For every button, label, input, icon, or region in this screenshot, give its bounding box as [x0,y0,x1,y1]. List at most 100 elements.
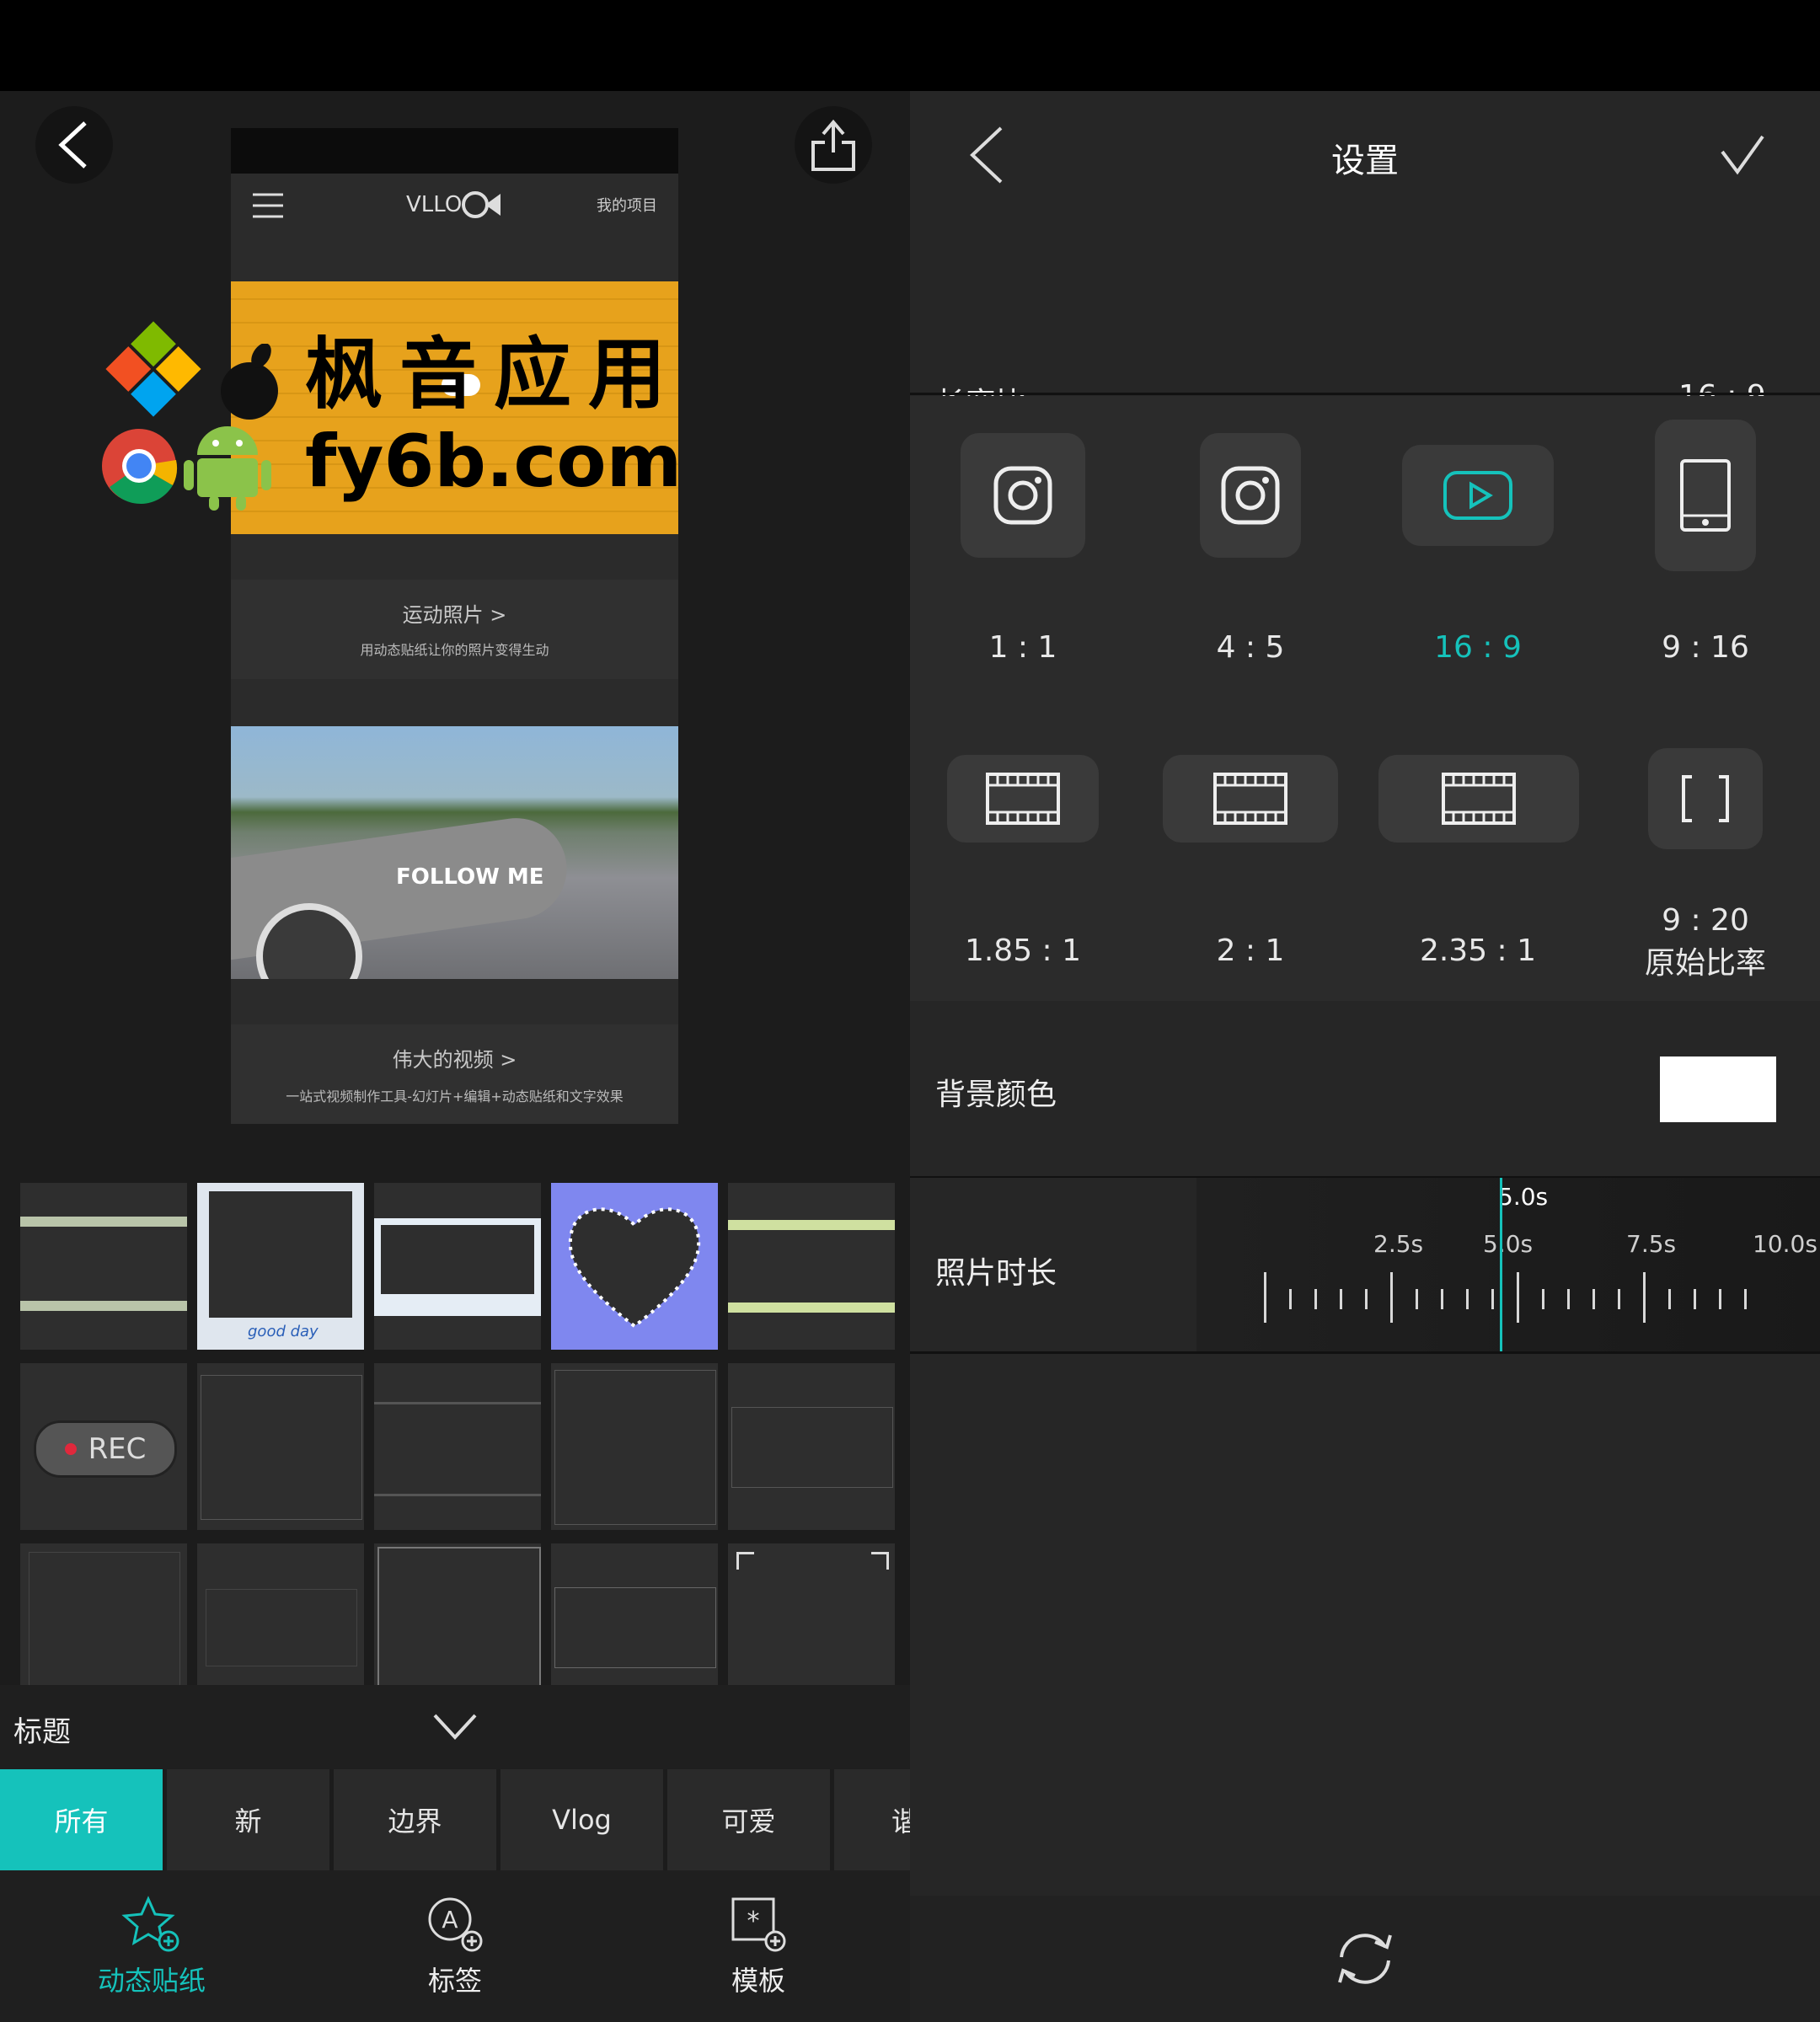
ratio-option-9-16[interactable] [1655,420,1756,571]
timeline-minor-tick [1592,1289,1595,1309]
brackets-icon [1682,775,1729,822]
ratio-option-1-85-1[interactable] [947,755,1099,842]
ratio-label: 4 : 5 [1216,630,1285,665]
preview-status-bar [231,128,678,174]
duration-current-value: 5.0s [1498,1183,1549,1211]
nav-animated-sticker[interactable]: 动态贴纸 [67,1870,236,2022]
ratio-sublabel: 原始比率 [1644,946,1766,981]
sticker-tile[interactable] [551,1363,718,1530]
card-title: 运动照片 > [402,603,507,627]
chevron-down-icon[interactable] [431,1712,479,1742]
watermark-title: 枫音应用 [305,329,683,420]
sticker-tile[interactable] [374,1363,541,1530]
sticker-tile[interactable] [728,1363,895,1530]
sticker-tile[interactable] [551,1543,718,1685]
watermark-url: fy6b.com [305,420,682,504]
sticker-tile[interactable] [20,1183,187,1350]
good-day-text: good day [248,1323,318,1340]
tab-new[interactable]: 新 [167,1769,329,1870]
phone-icon [1680,459,1731,532]
timeline-minor-tick [1719,1289,1721,1309]
ratio-option-16-9[interactable] [1402,445,1554,546]
timeline-tick-label: 5.0s [1483,1230,1534,1258]
instagram-icon [993,466,1052,525]
sticker-tile[interactable] [197,1363,364,1530]
timeline-major-tick [1264,1272,1266,1323]
ratio-label: 1.85 : 1 [964,933,1082,968]
timeline-playhead[interactable] [1500,1178,1502,1353]
timeline-minor-tick [1618,1289,1620,1309]
section-title: 标题 [13,1715,71,1749]
sticker-tile[interactable] [728,1543,895,1685]
settings-panel: 设置 长宽比 16 : 9 1 : 1 4 : 5 16 : 9 9 : 16 … [910,91,1820,2022]
sticker-grid: good day REC [0,1163,910,1685]
timeline-minor-tick [1416,1289,1418,1309]
ratio-label: 2 : 1 [1216,933,1285,968]
sticker-editor-panel: VLLO 我的项目 运动照片 > 用动态贴纸让你的照片变得生动 FOLLOW M… [0,91,910,2022]
back-button[interactable] [35,106,113,184]
sticker-tile[interactable] [374,1543,541,1685]
tab-border[interactable]: 边界 [334,1769,496,1870]
rec-badge: REC [34,1420,177,1478]
aspect-ratio-row: 长宽比 16 : 9 [910,251,1820,421]
ratio-label: 2.35 : 1 [1419,933,1537,968]
tab-funny[interactable]: 谐 [834,1769,910,1870]
film-icon [1442,773,1516,825]
timeline-minor-tick [1542,1289,1544,1309]
ratio-option-1-1[interactable] [961,433,1085,558]
nav-label: 动态贴纸 [97,1965,206,1997]
status-bar [0,0,1820,91]
tab-vlog[interactable]: Vlog [500,1769,663,1870]
divider [910,393,1820,395]
settings-footer [910,1896,1820,2022]
share-button[interactable] [795,106,872,184]
ratio-option-2-1[interactable] [1163,755,1338,842]
sticker-tile[interactable] [197,1543,364,1685]
menu-icon [253,193,283,218]
preview-card-great-video: 伟大的视频 > 一站式视频制作工具-幻灯片+编辑+动态贴纸和文字效果 [231,1024,678,1124]
nav-template[interactable]: * 模板 [674,1870,843,2022]
card-subtitle: 用动态贴纸让你的照片变得生动 [360,642,549,658]
preview-screen[interactable]: VLLO 我的项目 运动照片 > 用动态贴纸让你的照片变得生动 FOLLOW M… [231,128,678,1124]
sticker-tile[interactable]: REC [20,1363,187,1530]
duration-timeline-slider[interactable]: 5.0s 2.5s 5.0s 7.5s 10.0s [1196,1178,1820,1353]
tab-all[interactable]: 所有 [0,1769,163,1870]
share-icon [811,119,855,171]
ratio-option-original[interactable] [1648,748,1763,849]
timeline-minor-tick [1365,1289,1368,1309]
preview-logo: VLLO [406,192,463,217]
preview-my-projects: 我的项目 [597,197,657,215]
label-icon: A [428,1897,483,1952]
timeline-major-tick [1517,1272,1519,1323]
refresh-icon[interactable] [1331,1928,1399,1989]
timeline-minor-tick [1340,1289,1342,1309]
ratio-option-4-5[interactable] [1200,433,1301,558]
chrome-icon [102,429,178,505]
sticker-tile[interactable]: good day [197,1183,364,1350]
sticker-tile[interactable] [374,1183,541,1350]
checkmark-icon[interactable] [1719,133,1766,175]
nav-label-tool[interactable]: A 标签 [371,1870,539,2022]
ratio-option-2-35-1[interactable] [1378,755,1579,842]
nav-label: 标签 [427,1965,482,1997]
tab-cute[interactable]: 可爱 [667,1769,830,1870]
sticker-tile[interactable] [728,1183,895,1350]
timeline-minor-tick [1441,1289,1443,1309]
svg-text:A: A [442,1906,458,1934]
timeline-tick-label: 2.5s [1373,1230,1424,1258]
timeline-minor-tick [1491,1289,1494,1309]
ratio-label: 9 : 16 [1662,630,1749,665]
chevron-left-icon [58,121,87,168]
sticker-category-header: 标题 [0,1685,910,1769]
ratio-label: 1 : 1 [988,630,1057,665]
sticker-tile[interactable] [20,1543,187,1685]
record-dot-icon [64,1443,77,1455]
sticker-tile[interactable] [551,1183,718,1350]
card-title: 伟大的视频 > [392,1048,517,1072]
timeline-tick-label: 10.0s [1753,1230,1817,1258]
background-color-swatch[interactable] [1660,1056,1776,1122]
watermark-apple-logo [212,343,293,428]
timeline-minor-tick [1314,1289,1317,1309]
windows-icon [105,321,201,417]
apple-icon [221,343,278,420]
